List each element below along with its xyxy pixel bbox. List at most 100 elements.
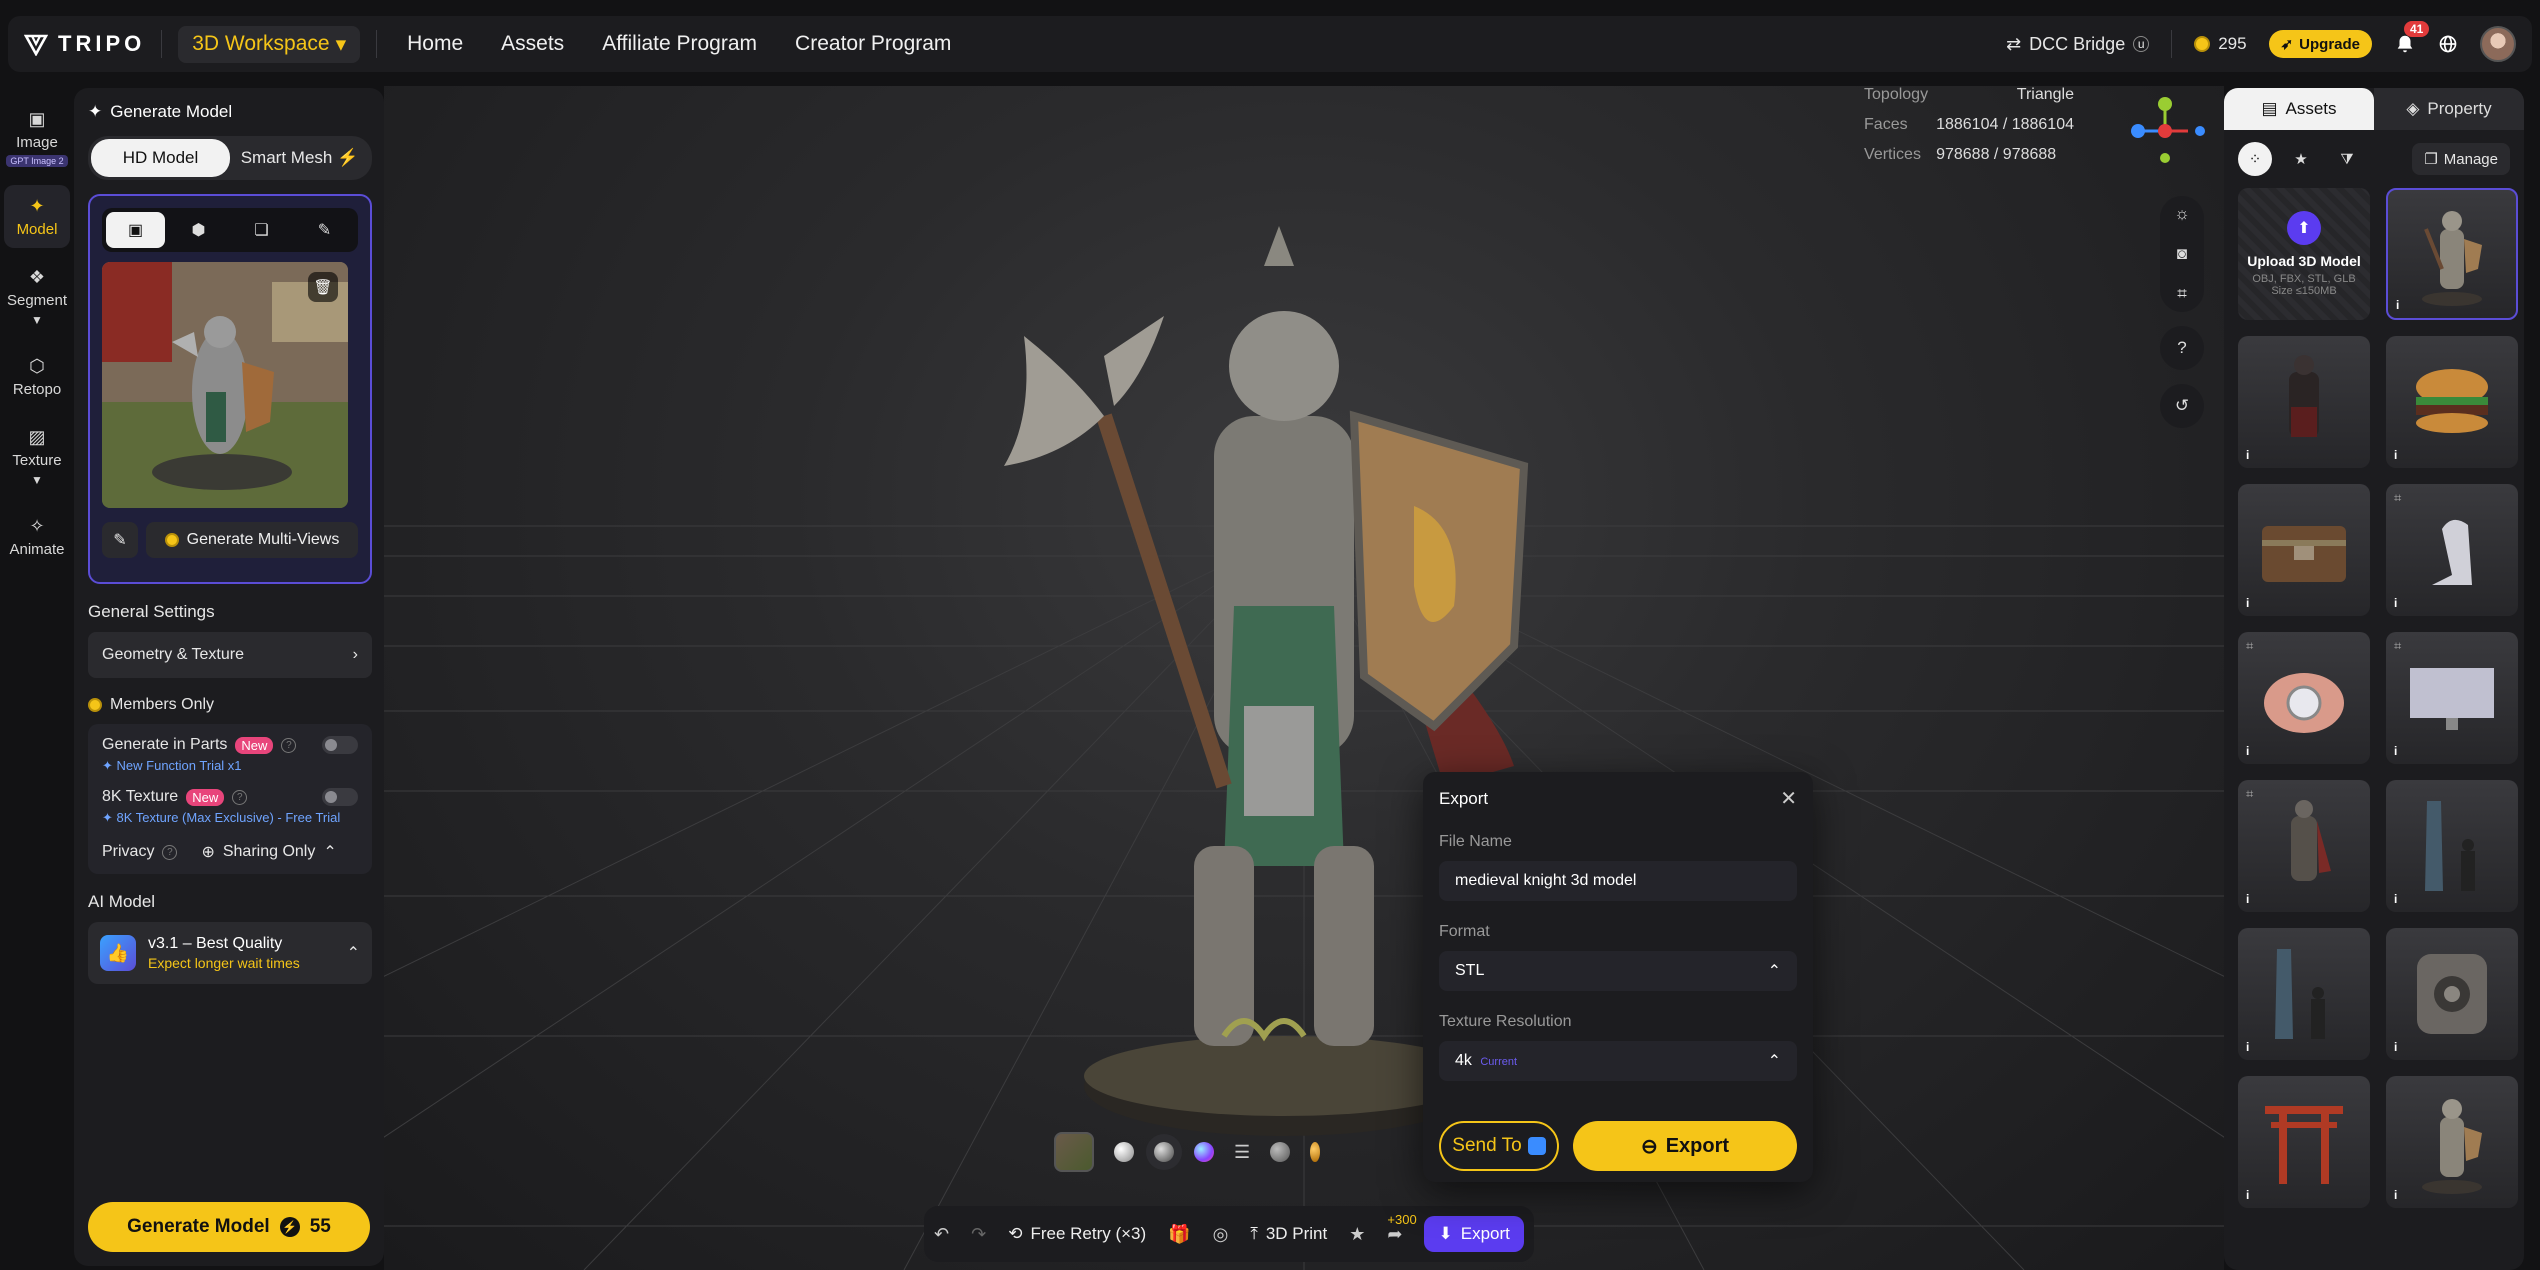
asset-tile[interactable]: ⌗ i [2238, 632, 2370, 764]
asset-tile[interactable]: i [2386, 1076, 2518, 1208]
edit-image-button[interactable]: ✎ [102, 522, 138, 558]
rail-item-image[interactable]: ▣ Image GPT Image 2 [4, 98, 70, 177]
help-icon[interactable]: ? [162, 844, 178, 860]
info-icon[interactable]: i [2394, 1188, 2408, 1202]
clay-shading-icon[interactable] [1114, 1142, 1134, 1162]
asset-tile[interactable]: i [2238, 336, 2370, 468]
info-icon[interactable]: i [2246, 744, 2260, 758]
segment-icon: ❖ [28, 266, 46, 287]
share-icon[interactable]: ➦ +300 [1387, 1212, 1416, 1245]
logo[interactable]: TRIPO [24, 31, 145, 57]
ai-model-select[interactable]: 👍 v3.1 – Best Quality Expect longer wait… [88, 922, 372, 984]
upgrade-button[interactable]: ➶ Upgrade [2268, 30, 2372, 58]
color-shading-icon[interactable] [1194, 1142, 1214, 1162]
info-icon[interactable]: i [2246, 892, 2260, 906]
credits-display[interactable]: 295 [2194, 34, 2247, 54]
asset-tile[interactable]: ⌗ i [2386, 484, 2518, 616]
rail-item-segment[interactable]: ❖ Segment ▼ [4, 256, 70, 337]
info-icon[interactable]: i [2394, 1040, 2408, 1054]
delete-image-button[interactable]: 🗑 [308, 272, 338, 302]
nav-home[interactable]: Home [407, 32, 463, 56]
rail-item-animate[interactable]: ✧ Animate [4, 505, 70, 568]
asset-tile[interactable]: i [2386, 336, 2518, 468]
asset-tile[interactable]: i [2386, 780, 2518, 912]
gift-icon[interactable]: 🎁 [1168, 1224, 1190, 1245]
nav-assets[interactable]: Assets [501, 32, 564, 56]
smart-mesh-button[interactable]: Smart Mesh ⚡ [230, 139, 369, 177]
redo-icon[interactable]: ↷ [971, 1224, 986, 1245]
asset-tile[interactable]: i [2238, 928, 2370, 1060]
generate-parts-toggle[interactable] [322, 736, 358, 754]
export-button[interactable]: ⬇ Export [1424, 1216, 1524, 1252]
axis-gizmo[interactable] [2120, 96, 2210, 166]
notifications-button[interactable]: 41 [2394, 21, 2430, 55]
orbit-icon[interactable]: ◎ [1213, 1224, 1229, 1245]
asset-tile[interactable]: i [2386, 188, 2518, 320]
info-icon[interactable]: i [2246, 1188, 2260, 1202]
info-icon[interactable]: i [2394, 744, 2408, 758]
info-icon[interactable]: i [2394, 596, 2408, 610]
upload-3d-model-tile[interactable]: ⬆ Upload 3D Model OBJ, FBX, STL, GLB Siz… [2238, 188, 2370, 320]
favorites-filter[interactable]: ★ [2284, 142, 2318, 176]
asset-tile[interactable]: i [2386, 928, 2518, 1060]
info-icon[interactable]: i [2246, 596, 2260, 610]
3d-print-button[interactable]: ⤒ 3D Print [1250, 1224, 1327, 1244]
star-icon[interactable]: ★ [1349, 1224, 1365, 1245]
help-button[interactable]: ? [2160, 326, 2204, 370]
asset-tile[interactable]: ⌗ i [2238, 780, 2370, 912]
draw-tab[interactable]: ✎ [295, 212, 354, 248]
rail-item-retopo[interactable]: ⬡ Retopo [4, 345, 70, 408]
hd-model-button[interactable]: HD Model [91, 139, 230, 177]
history-button[interactable]: ↺ [2160, 384, 2204, 428]
format-select[interactable]: STL ⌃ [1439, 951, 1797, 991]
undo-icon[interactable]: ↶ [934, 1224, 949, 1245]
info-icon[interactable]: i [2394, 892, 2408, 906]
texture-resolution-select[interactable]: 4k Current ⌃ [1439, 1041, 1797, 1081]
tab-property[interactable]: ◈ Property [2374, 88, 2524, 130]
help-icon[interactable]: ? [232, 789, 248, 805]
asset-tile[interactable]: ⌗ i [2386, 632, 2518, 764]
single-image-tab[interactable]: ▣ [106, 212, 165, 248]
rail-item-model[interactable]: ✦ Model [4, 185, 70, 248]
info-icon[interactable]: i [2396, 298, 2410, 312]
dialog-export-button[interactable]: ⊖ Export [1573, 1121, 1797, 1171]
3d-viewport[interactable]: Topology Triangle Faces 1886104 / 188610… [384, 86, 2224, 1270]
adjust-icon[interactable]: ⌗ [2177, 284, 2187, 304]
free-retry-button[interactable]: ⟲ Free Retry (×3) [1008, 1224, 1146, 1244]
generate-multiviews-button[interactable]: Generate Multi-Views [146, 522, 358, 558]
matcap-icon[interactable] [1270, 1142, 1291, 1162]
nav-affiliate[interactable]: Affiliate Program [602, 32, 757, 56]
nav-creator[interactable]: Creator Program [795, 32, 951, 56]
info-icon[interactable]: i [2246, 448, 2260, 462]
sharing-select[interactable]: ⊕ Sharing Only ⌃ [201, 842, 336, 862]
input-image-preview[interactable]: 🗑 [102, 262, 348, 508]
geometry-texture-select[interactable]: Geometry & Texture › [88, 632, 372, 678]
texture-8k-toggle[interactable] [322, 788, 358, 806]
reference-thumbnail[interactable] [1054, 1132, 1094, 1172]
sliders-icon[interactable]: ☰ [1234, 1142, 1250, 1163]
funnel-filter[interactable]: ⧩ [2330, 142, 2364, 176]
tab-assets[interactable]: ▤ Assets [2224, 88, 2374, 130]
close-icon[interactable]: ✕ [1780, 786, 1797, 811]
info-icon[interactable]: i [2246, 1040, 2260, 1054]
workspace-dropdown[interactable]: 3D Workspace ▾ [178, 25, 361, 63]
file-name-input[interactable]: medieval knight 3d model [1439, 861, 1797, 901]
cube-tab[interactable]: ⬢ [169, 212, 228, 248]
asset-tile[interactable]: i [2238, 484, 2370, 616]
globe-icon[interactable] [2438, 34, 2458, 54]
send-to-button[interactable]: Send To [1439, 1121, 1559, 1171]
info-icon[interactable]: i [2394, 448, 2408, 462]
rail-item-texture[interactable]: ▨ Texture ▼ [4, 416, 70, 497]
help-icon[interactable]: ? [281, 737, 297, 753]
camera-icon[interactable]: ◙ [2177, 244, 2187, 264]
generate-model-button[interactable]: Generate Model ⚡ 55 [88, 1202, 370, 1252]
dcc-bridge-button[interactable]: ⇄ DCC Bridge u [2006, 34, 2150, 55]
multi-image-tab[interactable]: ❏ [232, 212, 291, 248]
light-icon[interactable]: ☼ [2174, 204, 2190, 224]
metal-shading-icon[interactable] [1154, 1142, 1174, 1162]
asset-tile[interactable]: i [2238, 1076, 2370, 1208]
sunset-icon[interactable] [1310, 1142, 1321, 1162]
manage-button[interactable]: ❐ Manage [2412, 143, 2510, 175]
all-assets-filter[interactable]: ⁘ [2238, 142, 2272, 176]
user-avatar[interactable] [2480, 26, 2516, 62]
